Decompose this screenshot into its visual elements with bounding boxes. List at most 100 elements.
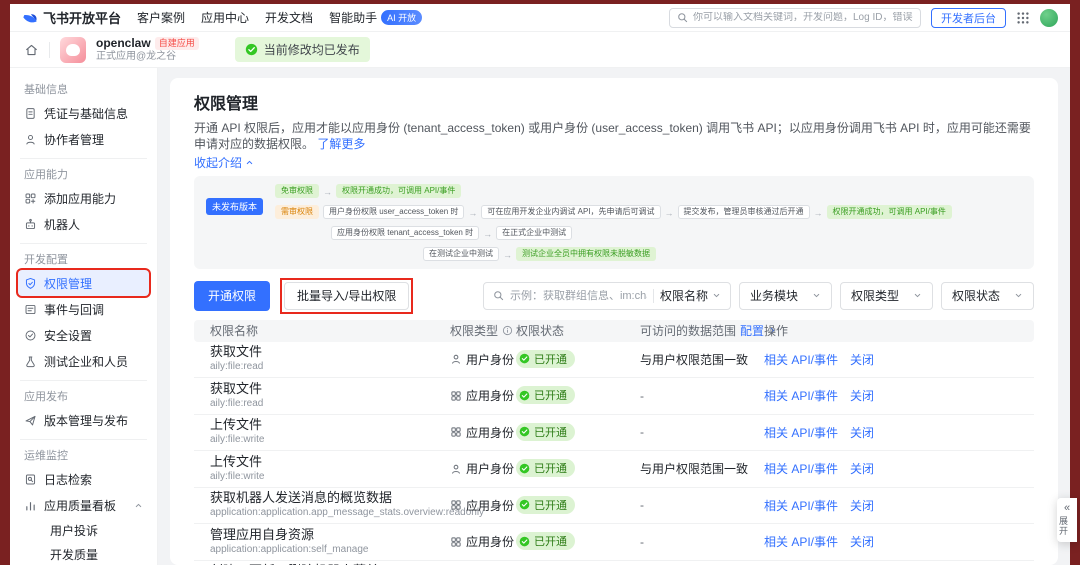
- related-api-link[interactable]: 相关 API/事件: [764, 460, 838, 477]
- permission-name: 获取机器人发送消息的概览数据: [210, 490, 393, 506]
- permission-name-cell: 上传文件 aily:file:write: [210, 418, 450, 446]
- app-avatar[interactable]: [60, 36, 86, 63]
- sidebar-section-devconfig: 开发配置: [24, 254, 68, 266]
- sidebar: 基础信息 凭证与基础信息 协作者管理 应用能力 添加应用能力 机器人 开发配置: [10, 68, 158, 565]
- quality-chart-icon: [24, 499, 37, 512]
- collapse-intro-link[interactable]: 收起介绍: [194, 154, 254, 170]
- global-search[interactable]: [669, 7, 921, 28]
- sidebar-item-permissions[interactable]: 权限管理: [18, 270, 149, 296]
- robot-icon: [24, 218, 37, 231]
- sidebar-item-version-release[interactable]: 版本管理与发布: [18, 407, 149, 433]
- col-header-scope: 可访问的数据范围 配置: [640, 322, 775, 339]
- sidebar-item-label: 版本管理与发布: [44, 413, 129, 428]
- status-badge: 已开通: [516, 459, 575, 477]
- home-icon[interactable]: [24, 43, 39, 57]
- nav-item-docs[interactable]: 开发文档: [265, 9, 313, 26]
- permission-panel: 权限管理 开通 API 权限后，应用才能以应用身份 (tenant_access…: [170, 78, 1058, 565]
- close-permission-link[interactable]: 关闭: [850, 387, 874, 404]
- status-label: 已开通: [534, 463, 567, 475]
- search-category-label: 权限名称: [659, 289, 708, 303]
- sidebar-item-label: 添加应用能力: [44, 191, 117, 206]
- developer-console-button[interactable]: 开发者后台: [931, 7, 1006, 28]
- sidebar-item-label: 凭证与基础信息: [44, 106, 129, 121]
- app-identity[interactable]: openclaw 自建应用 正式应用@龙之谷: [96, 36, 199, 62]
- nav-item-assistant-label: 智能助手: [329, 11, 378, 25]
- chevron-down-icon: [913, 291, 922, 300]
- related-api-link[interactable]: 相关 API/事件: [764, 497, 838, 514]
- actions-cell: 相关 API/事件 关闭: [764, 387, 1018, 404]
- user-avatar[interactable]: [1040, 8, 1058, 27]
- table-row: 上传文件 aily:file:write 用户身份 已开通 与用户权限范围一致 …: [194, 451, 1034, 488]
- sidebar-item-quality-dashboard[interactable]: 应用质量看板: [18, 492, 149, 518]
- brand[interactable]: 飞书开放平台: [22, 8, 121, 27]
- add-capability-icon: [24, 192, 37, 205]
- related-api-link[interactable]: 相关 API/事件: [764, 387, 838, 404]
- chevron-down-icon: [812, 291, 821, 300]
- nav-item-appcenter[interactable]: 应用中心: [201, 9, 249, 26]
- diagram-chip: 测试企业全员中拥有权限未脱敏数据: [516, 246, 657, 261]
- sidebar-item-credentials[interactable]: 凭证与基础信息: [18, 100, 149, 126]
- table-header: 权限名称 权限类型 权限状态 可访问的数据范围 配置 操作: [194, 319, 1034, 342]
- scope-config-link[interactable]: 配置: [740, 322, 764, 339]
- permission-type-label: 用户身份: [466, 352, 515, 367]
- apps-grid-icon[interactable]: [1016, 11, 1030, 25]
- sidebar-item-label: 开发质量: [50, 547, 99, 562]
- col-header-name: 权限名称: [210, 324, 259, 338]
- log-search-icon: [24, 473, 37, 486]
- info-icon[interactable]: [502, 325, 513, 336]
- related-api-link[interactable]: 相关 API/事件: [764, 351, 838, 368]
- actions-cell: 相关 API/事件 关闭: [764, 533, 1018, 550]
- permission-search-input[interactable]: [509, 289, 647, 302]
- permission-code: aily:file:write: [210, 470, 265, 482]
- permission-code: aily:file:read: [210, 397, 264, 409]
- event-callback-icon: [24, 303, 37, 316]
- sidebar-item-dev-quality[interactable]: 开发质量: [18, 542, 149, 565]
- nav-item-assistant[interactable]: 智能助手 AI 开放: [329, 9, 423, 26]
- close-permission-link[interactable]: 关闭: [850, 533, 874, 550]
- sidebar-item-events[interactable]: 事件与回调: [18, 296, 149, 322]
- status-badge: 已开通: [516, 532, 575, 550]
- permission-name-cell: 获取机器人发送消息的概览数据 application:application.a…: [210, 490, 484, 519]
- status-badge: 已开通: [516, 422, 575, 441]
- app-type-badge: 自建应用: [154, 37, 199, 50]
- close-permission-link[interactable]: 关闭: [850, 351, 874, 368]
- chevron-down-icon: [712, 291, 721, 300]
- permission-search[interactable]: 权限名称: [482, 281, 731, 310]
- close-permission-link[interactable]: 关闭: [850, 424, 874, 441]
- app-icon: [450, 536, 462, 548]
- search-category-select[interactable]: 权限名称: [660, 287, 721, 304]
- close-permission-link[interactable]: 关闭: [850, 497, 874, 514]
- batch-import-export-button[interactable]: 批量导入/导出权限: [284, 281, 410, 310]
- permission-status-cell: 已开通: [516, 495, 640, 516]
- learn-more-link[interactable]: 了解更多: [317, 137, 365, 151]
- chevron-up-icon[interactable]: [134, 501, 143, 510]
- sidebar-item-label: 用户投诉: [50, 523, 99, 538]
- sidebar-item-log-search[interactable]: 日志检索: [18, 466, 149, 492]
- permission-type-cell: 应用身份: [450, 533, 516, 550]
- permission-type-cell: 应用身份: [450, 497, 516, 514]
- status-badge: 已开通: [516, 495, 575, 514]
- sidebar-item-security[interactable]: 安全设置: [18, 322, 149, 348]
- nav-item-cases[interactable]: 客户案例: [137, 9, 185, 26]
- sidebar-item-user-complaints[interactable]: 用户投诉: [18, 518, 149, 542]
- actions-cell: 相关 API/事件 关闭: [764, 351, 1018, 368]
- filter-business-module[interactable]: 业务模块: [738, 281, 832, 310]
- sidebar-item-test-org[interactable]: 测试企业和人员: [18, 348, 149, 374]
- divider: [20, 243, 147, 244]
- diagram-row: 免审权限 权限开通成功，可调用 API/事件: [275, 182, 952, 200]
- filter-permission-status[interactable]: 权限状态: [940, 281, 1034, 310]
- global-search-input[interactable]: [693, 12, 913, 23]
- table-toolbar: 开通权限 批量导入/导出权限 权限: [194, 277, 1034, 314]
- related-api-link[interactable]: 相关 API/事件: [764, 533, 838, 550]
- related-api-link[interactable]: 相关 API/事件: [764, 424, 838, 441]
- open-permission-button[interactable]: 开通权限: [194, 280, 271, 311]
- sidebar-item-collaborators[interactable]: 协作者管理: [18, 126, 149, 152]
- filter-permission-type[interactable]: 权限类型: [839, 281, 933, 310]
- permission-type-label: 用户身份: [466, 462, 515, 477]
- actions-cell: 相关 API/事件 关闭: [764, 460, 1018, 477]
- expand-panel-control[interactable]: « 展开: [1057, 498, 1077, 542]
- sidebar-item-add-capability[interactable]: 添加应用能力: [18, 185, 149, 211]
- close-permission-link[interactable]: 关闭: [850, 460, 874, 477]
- status-badge: 已开通: [516, 386, 575, 404]
- sidebar-item-bot[interactable]: 机器人: [18, 211, 149, 237]
